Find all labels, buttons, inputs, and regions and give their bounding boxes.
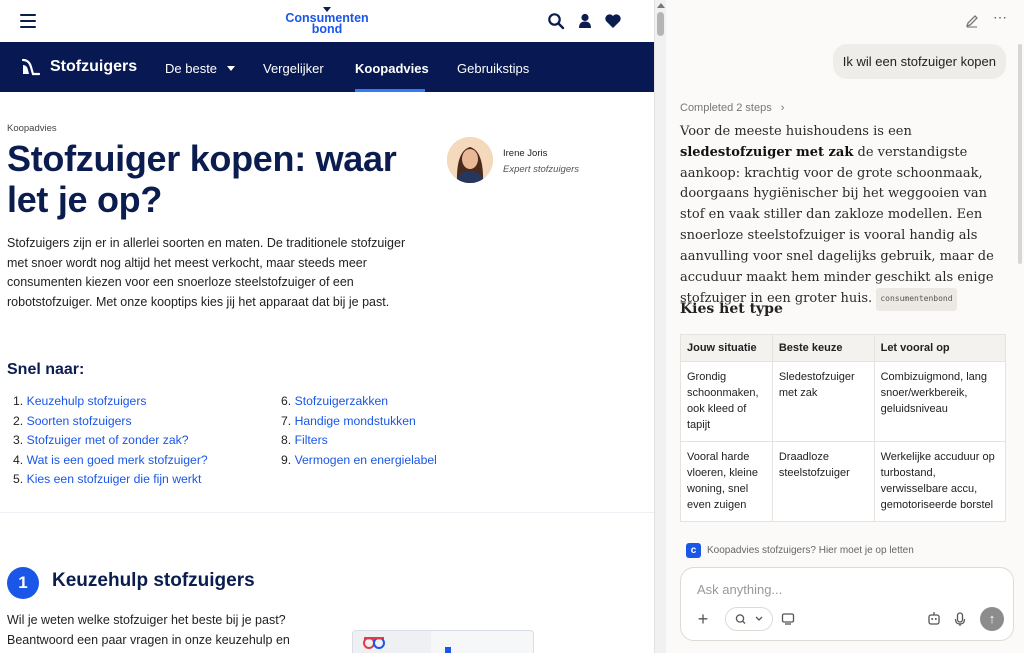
edit-icon[interactable] [964, 13, 980, 29]
comparison-table: Jouw situatie Beste keuze Let vooral op … [680, 334, 1006, 522]
quick-link[interactable]: 5. Kies een stofzuiger die fijn werkt [13, 470, 208, 490]
user-message: Ik wil een stofzuiger kopen [832, 44, 1006, 79]
scroll-up-arrow-icon[interactable] [657, 3, 665, 8]
page-title: Stofzuiger kopen: waar let je op? [7, 138, 397, 220]
quick-links-column-2: 6. Stofzuigerzakken 7. Handige mondstukk… [281, 392, 437, 470]
consumentenbond-logo[interactable]: Consumenten bond [282, 7, 372, 35]
consumentenbond-favicon-icon: c [686, 543, 701, 558]
vacuum-icon [21, 58, 40, 76]
author-name: Irene Joris [503, 148, 548, 159]
table-cell: Sledestofzuiger met zak [771, 361, 875, 442]
author-role: Expert stofzuigers [503, 164, 580, 175]
quick-link[interactable]: 8. Filters [281, 431, 437, 451]
table-row: Grondig schoonmaken, ook kleed of tapijt… [680, 361, 1006, 442]
intro-paragraph: Stofzuigers zijn er in allerlei soorten … [7, 236, 406, 309]
nav-brand-label: Stofzuigers [50, 58, 138, 75]
favorites-heart-icon[interactable] [604, 12, 622, 30]
quick-link[interactable]: 7. Handige mondstukken [281, 412, 437, 432]
active-tab-indicator [355, 89, 425, 92]
website-viewport: Consumenten bond Stofzuigers De beste Ve… [0, 0, 654, 653]
section-divider [0, 512, 654, 513]
category-navbar: Stofzuigers De beste Vergelijker Koopadv… [0, 42, 654, 92]
quick-link[interactable]: 3. Stofzuiger met of zonder zak? [13, 431, 208, 451]
scroll-thumb[interactable] [657, 12, 664, 36]
agent-icon[interactable] [926, 607, 942, 631]
page-context-citation[interactable]: c Koopadvies stofzuigers? Hier moet je o… [686, 543, 914, 558]
table-header: Jouw situatie [680, 334, 773, 362]
quick-link[interactable]: 1. Keuzehulp stofzuigers [13, 392, 208, 412]
quick-links-column-1: 1. Keuzehulp stofzuigers 2. Soorten stof… [13, 392, 208, 490]
table-header-row: Jouw situatie Beste keuze Let vooral op [680, 334, 1006, 362]
search-icon[interactable] [547, 12, 565, 30]
table-cell: Combizuigmond, lang snoer/werkbereik, ge… [873, 361, 1006, 442]
table-header: Beste keuze [771, 334, 875, 362]
add-attachment-icon[interactable]: + [693, 607, 713, 631]
site-topbar: Consumenten bond [0, 0, 654, 42]
more-options-icon[interactable]: ⋯ [992, 9, 1008, 25]
answer-heading: Kies het type [680, 301, 783, 317]
quick-link[interactable]: 2. Soorten stofzuigers [13, 412, 208, 432]
table-cell: Grondig schoonmaken, ook kleed of tapijt [680, 361, 773, 442]
nav-item-koopadvies[interactable]: Koopadvies [355, 61, 429, 76]
message-composer: + ↑ [680, 567, 1014, 641]
section-title: Keuzehulp stofzuigers [52, 570, 255, 591]
chevron-right-icon: › [780, 102, 785, 114]
nav-item-label: De beste [165, 61, 218, 76]
citation-title: Koopadvies stofzuigers? Hier moet je op … [707, 545, 914, 556]
table-header: Let vooral op [873, 334, 1006, 362]
section-body: Wil je weten welke stofzuiger het beste … [7, 613, 290, 647]
menu-icon[interactable] [20, 14, 36, 28]
ask-input[interactable] [697, 582, 997, 597]
keuzehulp-widget-preview[interactable] [352, 630, 534, 653]
caret-down-icon [226, 66, 235, 71]
section-number-badge: 1 [7, 567, 39, 599]
quick-links-title: Snel naar: [7, 361, 85, 378]
nav-item-gebruikstips[interactable]: Gebruikstips [457, 61, 529, 76]
nav-brand[interactable]: Stofzuigers [20, 58, 137, 76]
table-cell: Werkelijke accuduur op turbostand, verwi… [873, 441, 1006, 522]
quick-link[interactable]: 9. Vermogen en energielabel [281, 451, 437, 471]
account-icon[interactable] [576, 12, 594, 30]
nav-item-de-beste[interactable]: De beste [165, 61, 235, 76]
completed-steps-toggle[interactable]: Completed 2 steps › [680, 102, 784, 114]
answer-emphasis: sledestofzuiger met zak [680, 144, 854, 160]
table-fade [680, 524, 1006, 534]
page-scrollbar[interactable] [654, 0, 666, 653]
arrow-up-icon: ↑ [988, 611, 996, 626]
panel-scrollbar[interactable] [1018, 44, 1022, 264]
microphone-icon[interactable] [953, 607, 967, 631]
answer-text: de verstandigste aankoop: krachtig voor … [680, 144, 994, 307]
answer-text: Voor de meeste huishoudens is een [680, 124, 912, 139]
table-cell: Vooral harde vloeren, kleine woning, sne… [680, 441, 773, 522]
table-row: Vooral harde vloeren, kleine woning, sne… [680, 441, 1006, 522]
nav-item-vergelijker[interactable]: Vergelijker [263, 61, 324, 76]
assistant-answer: Voor de meeste huishoudens is een sledes… [680, 122, 1002, 312]
logo-line-2: bond [311, 22, 343, 36]
screen-context-icon[interactable] [781, 607, 795, 631]
table-cell: Draadloze steelstofzuiger [771, 441, 875, 522]
search-mode-selector[interactable] [725, 607, 773, 631]
comparison-table-wrapper: Jouw situatie Beste keuze Let vooral op … [680, 334, 1006, 534]
completed-steps-label: Completed 2 steps [680, 102, 772, 114]
quick-link[interactable]: 6. Stofzuigerzakken [281, 392, 437, 412]
breadcrumb[interactable]: Koopadvies [7, 123, 57, 134]
source-chip[interactable]: consumentenbond [876, 288, 957, 312]
quick-link[interactable]: 4. Wat is een goed merk stofzuiger? [13, 451, 208, 471]
assistant-panel: ⋯ Ik wil een stofzuiger kopen Completed … [666, 0, 1024, 653]
send-button[interactable]: ↑ [980, 607, 1004, 631]
author-avatar [447, 137, 493, 183]
